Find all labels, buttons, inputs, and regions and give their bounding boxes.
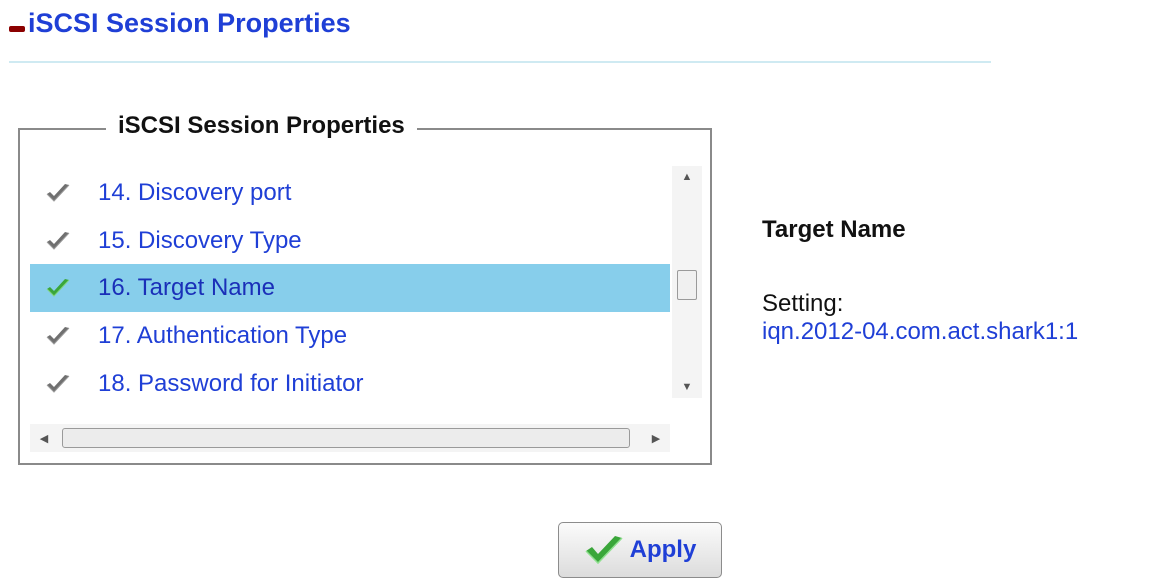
list-item-label: 15. Discovery Type: [98, 227, 302, 254]
scroll-up-arrow-icon[interactable]: ▲: [672, 166, 702, 188]
list-item-target-name[interactable]: 16. Target Name: [30, 264, 670, 312]
page-title: iSCSI Session Properties: [28, 8, 351, 38]
groupbox-legend: iSCSI Session Properties: [106, 112, 417, 140]
header-divider: [9, 61, 991, 63]
list-item-discovery-port[interactable]: 14. Discovery port: [30, 169, 670, 217]
vertical-scroll-thumb[interactable]: [677, 270, 697, 300]
check-icon: [584, 534, 624, 566]
check-icon: [44, 371, 72, 397]
list-item-label: 18. Password for Initiator: [98, 370, 364, 397]
list-item-discovery-type[interactable]: 15. Discovery Type: [30, 217, 670, 265]
setting-value: iqn.2012-04.com.act.shark1:1: [762, 318, 1079, 345]
check-icon: [44, 228, 72, 254]
list-item-label: 16. Target Name: [98, 274, 275, 301]
scroll-right-arrow-icon[interactable]: ▶: [642, 424, 670, 452]
vertical-scrollbar[interactable]: ▲ ▼: [672, 166, 702, 398]
list-item-label: 14. Discovery port: [98, 179, 292, 206]
list-item-password-for-initiator[interactable]: 18. Password for Initiator: [30, 360, 670, 408]
check-icon: [44, 323, 72, 349]
check-icon: [44, 180, 72, 206]
properties-listbox[interactable]: 14. Discovery port 15. Discovery Type 16…: [30, 160, 710, 460]
scroll-left-arrow-icon[interactable]: ◀: [30, 424, 58, 452]
list-item-authentication-type[interactable]: 17. Authentication Type: [30, 312, 670, 360]
apply-button[interactable]: Apply: [558, 522, 722, 578]
check-icon: [44, 275, 72, 301]
apply-button-label: Apply: [629, 536, 697, 563]
horizontal-scrollbar[interactable]: ◀ ▶: [30, 424, 670, 452]
scroll-down-arrow-icon[interactable]: ▼: [672, 376, 702, 398]
setting-label: Setting:: [762, 290, 844, 317]
collapse-icon[interactable]: [9, 26, 25, 32]
horizontal-scroll-thumb[interactable]: [62, 428, 630, 448]
detail-title: Target Name: [762, 216, 906, 243]
list-item-label: 17. Authentication Type: [98, 322, 348, 349]
